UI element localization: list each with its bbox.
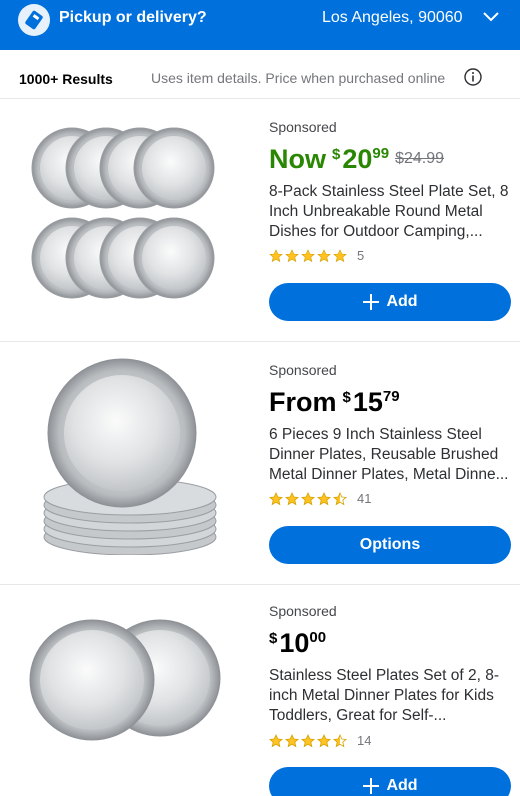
star-rating-icon (269, 733, 347, 747)
product-card[interactable]: Sponsored $ 10 00 Stainless Steel Plates… (0, 584, 520, 796)
product-image[interactable] (22, 608, 222, 748)
product-title-line: Stainless Steel Plates Set of 2, 8- (269, 667, 500, 684)
product-title-line: Dishes for Outdoor Camping,... (269, 223, 483, 240)
product-title-line: Toddlers, Great for Self-... (269, 707, 447, 724)
price-cents: 79 (382, 388, 400, 405)
price-dollars: 20 (342, 144, 373, 174)
sponsored-label: Sponsored (269, 603, 337, 619)
price-cents: 99 (372, 145, 390, 162)
results-bar: 1000+ Results Uses item details. Price w… (0, 60, 520, 98)
price-cents: 00 (309, 629, 327, 646)
top-bar: Pickup or delivery? Los Angeles, 90060 (0, 0, 520, 50)
results-count: 1000+ Results (19, 71, 113, 87)
product-image[interactable] (22, 116, 222, 316)
pickup-or-delivery-button[interactable]: Pickup or delivery? (59, 8, 207, 28)
button-label: Options (359, 536, 421, 553)
product-image[interactable] (22, 355, 222, 555)
rating-count: 14 (357, 733, 372, 748)
product-title-line: Metal Dinner Plates, Metal Dinne... (269, 466, 509, 483)
star-rating-icon (269, 491, 347, 505)
product-title-line: 6 Pieces 9 Inch Stainless Steel (269, 426, 482, 443)
rating: 5 (269, 248, 364, 263)
product-card[interactable]: Sponsored Now $ 20 99 $24.99 8-Pack Stai… (0, 98, 520, 341)
add-to-cart-button[interactable]: Add (269, 283, 511, 321)
product-price: From $ 15 79 (269, 387, 400, 417)
product-title-line: Inch Unbreakable Round Metal (269, 203, 483, 220)
product-title[interactable]: Stainless Steel Plates Set of 2, 8- inch… (269, 666, 513, 726)
currency-symbol: $ (342, 389, 351, 406)
button-label: Add (386, 777, 418, 794)
rating-count: 41 (357, 491, 372, 506)
plus-icon (363, 294, 380, 310)
info-icon[interactable] (464, 68, 482, 86)
add-to-cart-button[interactable]: Add (269, 767, 511, 796)
was-price: $24.99 (395, 150, 445, 167)
star-rating-icon (269, 248, 347, 262)
currency-symbol: $ (269, 630, 278, 647)
product-title-line: Dinner Plates, Reusable Brushed (269, 446, 499, 463)
button-label: Add (386, 293, 418, 310)
product-title[interactable]: 6 Pieces 9 Inch Stainless Steel Dinner P… (269, 425, 513, 485)
price-prefix: From (269, 387, 337, 417)
location-selector[interactable]: Los Angeles, 90060 (322, 8, 463, 28)
rating: 41 (269, 491, 371, 506)
sponsored-label: Sponsored (269, 119, 337, 135)
sponsored-label: Sponsored (269, 362, 337, 378)
product-title-line: 8-Pack Stainless Steel Plate Set, 8 (269, 183, 509, 200)
currency-symbol: $ (332, 146, 341, 163)
price-note: Uses item details. Price when purchased … (151, 70, 446, 86)
product-price: Now $ 20 99 $24.99 (269, 144, 444, 174)
product-title[interactable]: 8-Pack Stainless Steel Plate Set, 8 Inch… (269, 182, 513, 242)
price-prefix: Now (269, 144, 326, 174)
price-dollars: 15 (352, 387, 383, 417)
rating-count: 5 (357, 248, 365, 263)
product-price: $ 10 00 (269, 628, 326, 658)
options-button[interactable]: Options (269, 526, 511, 564)
chevron-down-icon[interactable] (482, 10, 500, 24)
product-title-line: inch Metal Dinner Plates for Kids (269, 687, 494, 704)
plus-icon (363, 778, 380, 794)
pickup-delivery-icon[interactable] (18, 4, 50, 36)
price-dollars: 10 (279, 628, 310, 658)
product-card[interactable]: Sponsored From $ 15 79 6 Pieces 9 Inch S… (0, 341, 520, 584)
rating: 14 (269, 733, 371, 748)
